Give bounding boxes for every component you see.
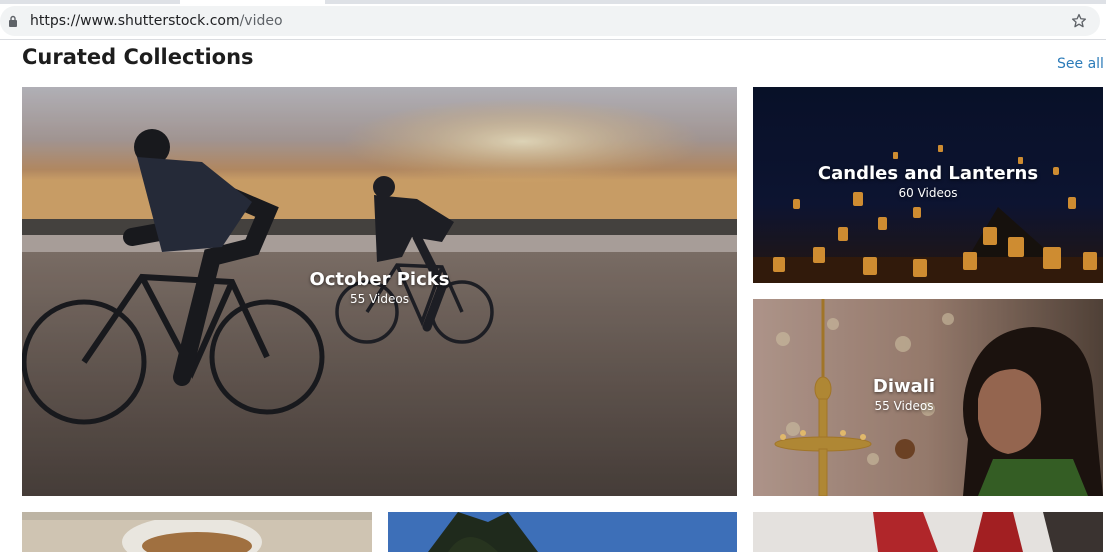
lock-icon	[9, 15, 17, 27]
row2-left-thumbnail	[22, 512, 372, 552]
tab-strip	[0, 0, 1106, 4]
collection-title: Diwali	[872, 376, 936, 397]
candles-lanterns-caption: Candles and Lanterns 60 Videos	[753, 163, 1103, 200]
collection-card-candles-and-lanterns[interactable]: Candles and Lanterns 60 Videos	[753, 87, 1103, 283]
collection-title: October Picks	[309, 269, 450, 290]
collection-card-diwali[interactable]: Diwali 55 Videos	[753, 299, 1103, 496]
october-picks-caption: October Picks 55 Videos	[22, 269, 737, 306]
collection-count: 55 Videos	[874, 399, 934, 413]
collection-count: 55 Videos	[350, 292, 409, 306]
active-tab[interactable]	[180, 0, 325, 4]
collection-title: Candles and Lanterns	[817, 163, 1039, 184]
section-title: Curated Collections	[22, 45, 254, 69]
collection-count: 60 Videos	[898, 186, 958, 200]
url-path: /video	[239, 13, 283, 29]
collection-card-row2-right[interactable]	[753, 512, 1103, 552]
diwali-caption: Diwali 55 Videos	[753, 376, 1103, 413]
collection-card-row2-left[interactable]	[22, 512, 372, 552]
url-host: https://www.shutterstock.com	[30, 13, 240, 29]
browser-toolbar: https://www.shutterstock.com/video	[0, 0, 1106, 40]
row2-middle-thumbnail	[388, 512, 737, 552]
url-text[interactable]: https://www.shutterstock.com/video	[30, 13, 283, 29]
address-bar[interactable]: https://www.shutterstock.com/video	[0, 6, 1100, 36]
see-all-link[interactable]: See all	[1057, 56, 1104, 72]
collection-card-october-picks[interactable]: October Picks 55 Videos	[22, 87, 737, 496]
bookmark-star-icon[interactable]	[1070, 12, 1088, 30]
collection-card-row2-middle[interactable]	[388, 512, 737, 552]
row2-right-thumbnail	[753, 512, 1103, 552]
